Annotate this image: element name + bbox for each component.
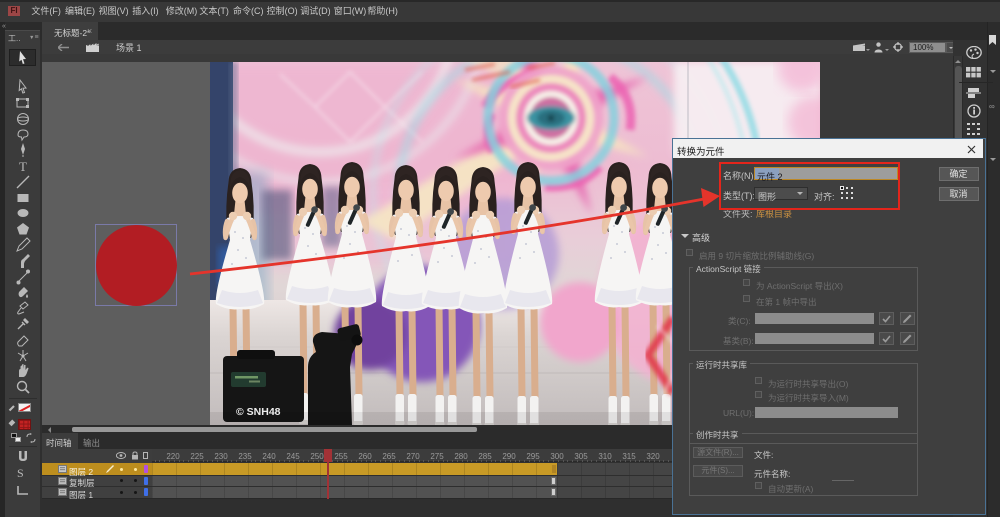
svg-text:© SNH48: © SNH48	[236, 406, 281, 418]
svg-text:T: T	[19, 159, 27, 174]
